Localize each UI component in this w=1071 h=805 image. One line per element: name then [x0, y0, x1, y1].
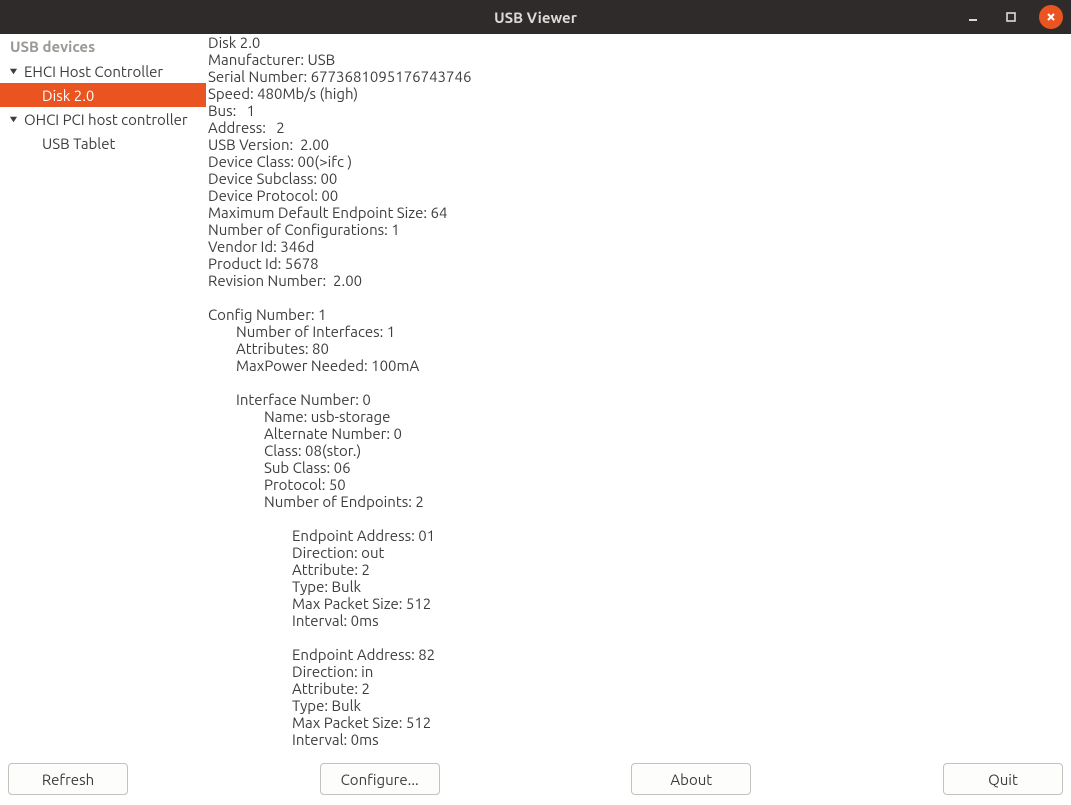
window-title: USB Viewer [0, 9, 1071, 26]
detail-line: USB Version: 2.00 [208, 136, 1069, 153]
detail-line: Max Packet Size: 512 [208, 595, 1069, 612]
detail-line: Speed: 480Mb/s (high) [208, 85, 1069, 102]
detail-line: Revision Number: 2.00 [208, 272, 1069, 289]
detail-line: Direction: in [208, 663, 1069, 680]
device-tree[interactable]: EHCI Host Controller Disk 2.0 OHCI PCI hos… [0, 59, 206, 753]
detail-line: Type: Bulk [208, 697, 1069, 714]
detail-line [208, 374, 1069, 391]
detail-line: Address: 2 [208, 119, 1069, 136]
device-tree-panel: USB devices EHCI Host Controller Disk 2.0… [0, 34, 206, 753]
detail-line: Direction: out [208, 544, 1069, 561]
detail-line: Alternate Number: 0 [208, 425, 1069, 442]
detail-line [208, 510, 1069, 527]
collapse-icon[interactable] [6, 64, 20, 78]
configure-button[interactable]: Configure... [320, 763, 440, 795]
detail-line: Number of Configurations: 1 [208, 221, 1069, 238]
tree-column-header[interactable]: USB devices [0, 34, 206, 59]
detail-line: Maximum Default Endpoint Size: 64 [208, 204, 1069, 221]
app-window: USB Viewer USB devices EHCI Host Control… [0, 0, 1071, 805]
detail-line: Vendor Id: 346d [208, 238, 1069, 255]
collapse-icon[interactable] [6, 112, 20, 126]
quit-button[interactable]: Quit [943, 763, 1063, 795]
tree-row[interactable]: OHCI PCI host controller [0, 107, 206, 131]
tree-row-label: OHCI PCI host controller [24, 111, 188, 128]
detail-line: Number of Interfaces: 1 [208, 323, 1069, 340]
detail-line: Device Class: 00(>ifc ) [208, 153, 1069, 170]
detail-line [208, 289, 1069, 306]
detail-line: Max Packet Size: 512 [208, 714, 1069, 731]
button-bar: Refresh Configure... About Quit [0, 753, 1071, 805]
detail-line: Attributes: 80 [208, 340, 1069, 357]
detail-line: Class: 08(stor.) [208, 442, 1069, 459]
detail-line: Sub Class: 06 [208, 459, 1069, 476]
maximize-button[interactable] [1001, 7, 1021, 27]
titlebar: USB Viewer [0, 0, 1071, 34]
tree-row-label: EHCI Host Controller [24, 63, 163, 80]
refresh-button[interactable]: Refresh [8, 763, 128, 795]
tree-row[interactable]: EHCI Host Controller [0, 59, 206, 83]
detail-line: Type: Bulk [208, 578, 1069, 595]
minimize-button[interactable] [963, 7, 983, 27]
detail-line: Device Subclass: 00 [208, 170, 1069, 187]
detail-line: Disk 2.0 [208, 34, 1069, 51]
detail-line: Interval: 0ms [208, 612, 1069, 629]
detail-line: Number of Endpoints: 2 [208, 493, 1069, 510]
tree-row-label: Disk 2.0 [42, 87, 94, 104]
detail-line: Attribute: 2 [208, 680, 1069, 697]
detail-line: Config Number: 1 [208, 306, 1069, 323]
detail-line: Protocol: 50 [208, 476, 1069, 493]
detail-line: Name: usb-storage [208, 408, 1069, 425]
window-controls [963, 0, 1063, 34]
about-button[interactable]: About [631, 763, 751, 795]
content-area: USB devices EHCI Host Controller Disk 2.0… [0, 34, 1071, 753]
detail-line: Interface Number: 0 [208, 391, 1069, 408]
tree-row-label: USB Tablet [42, 135, 115, 152]
detail-line: MaxPower Needed: 100mA [208, 357, 1069, 374]
detail-line: Serial Number: 6773681095176743746 [208, 68, 1069, 85]
tree-row[interactable]: Disk 2.0 [0, 83, 206, 107]
tree-row[interactable]: USB Tablet [0, 131, 206, 155]
detail-line: Device Protocol: 00 [208, 187, 1069, 204]
close-button[interactable] [1039, 5, 1063, 29]
detail-line: Attribute: 2 [208, 561, 1069, 578]
detail-line: Manufacturer: USB [208, 51, 1069, 68]
detail-line: Endpoint Address: 01 [208, 527, 1069, 544]
detail-line: Bus: 1 [208, 102, 1069, 119]
detail-line: Interval: 0ms [208, 731, 1069, 748]
detail-line: Endpoint Address: 82 [208, 646, 1069, 663]
detail-line [208, 629, 1069, 646]
device-detail-pane: Disk 2.0Manufacturer: USBSerial Number: … [206, 34, 1071, 753]
detail-line: Product Id: 5678 [208, 255, 1069, 272]
